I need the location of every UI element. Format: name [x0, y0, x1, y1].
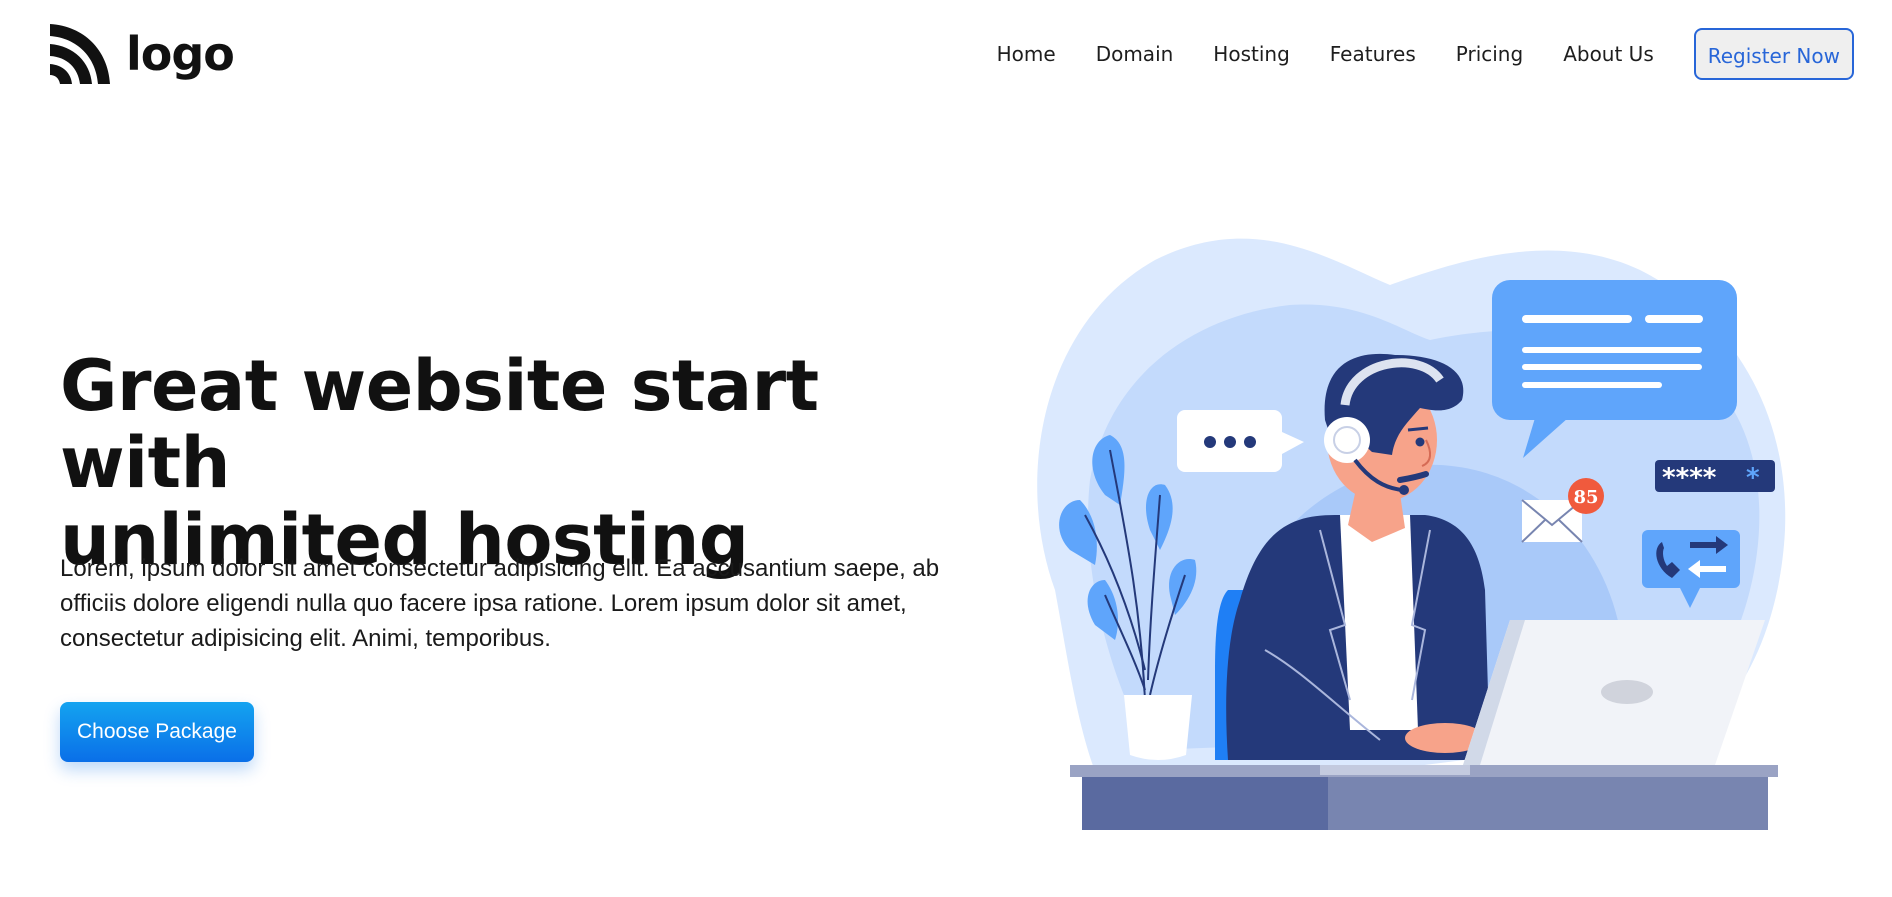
nav-about-us[interactable]: About Us: [1563, 26, 1654, 82]
laptop: [1463, 620, 1765, 765]
agent-shirt: [1340, 515, 1418, 730]
password-field-graphic: **** *: [1655, 460, 1775, 493]
landing-page: logo Home Domain Hosting Features Pricin…: [0, 0, 1892, 897]
hero-title: Great website start with unlimited hosti…: [60, 348, 960, 579]
nav-features[interactable]: Features: [1330, 26, 1416, 82]
main-nav: Home Domain Hosting Features Pricing Abo…: [997, 26, 1854, 82]
wifi-arcs-icon: [50, 24, 110, 84]
password-mask: ****: [1662, 463, 1717, 493]
nav-domain[interactable]: Domain: [1096, 26, 1174, 82]
register-now-button[interactable]: Register Now: [1693, 28, 1854, 80]
notification-count: 85: [1573, 487, 1598, 508]
password-accent: *: [1746, 463, 1760, 493]
site-header: logo Home Domain Hosting Features Pricin…: [0, 0, 1892, 110]
nav-pricing[interactable]: Pricing: [1456, 26, 1523, 82]
logo[interactable]: logo: [48, 20, 235, 86]
hero-title-line-1: Great website start with: [60, 345, 819, 504]
choose-package-button[interactable]: Choose Package: [60, 702, 254, 762]
logo-text: logo: [126, 27, 235, 81]
desk: [1070, 765, 1778, 830]
nav-hosting[interactable]: Hosting: [1213, 26, 1289, 82]
customer-support-illustration: **** * 85: [1037, 238, 1786, 830]
hero-description: Lorem, ipsum dolor sit amet consectetur …: [60, 555, 940, 652]
nav-home[interactable]: Home: [997, 26, 1056, 82]
